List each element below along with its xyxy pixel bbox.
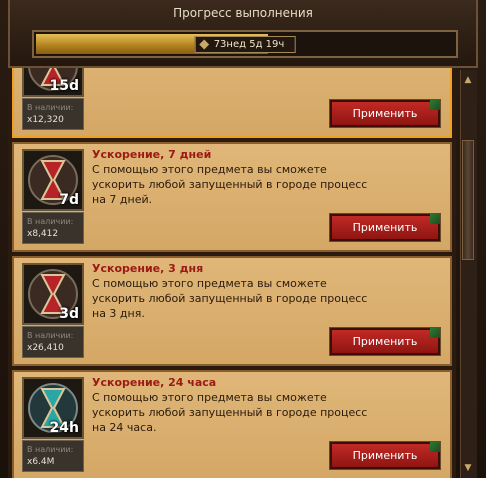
apply-button-label: Применить xyxy=(352,449,418,462)
stock-label: В наличии: xyxy=(27,331,74,340)
progress-bar: 73нед 5д 19ч xyxy=(32,30,458,58)
stock-count: x12,320 xyxy=(27,115,64,125)
stock-label: В наличии: xyxy=(27,103,74,112)
stock-count: x6.4M xyxy=(27,457,55,467)
scroll-down-icon[interactable]: ▼ xyxy=(462,462,474,474)
apply-button[interactable]: Применить xyxy=(330,442,440,469)
corner-gem-icon xyxy=(430,442,440,452)
hourglass-icon: 24h xyxy=(22,377,84,439)
item-title: Ускорение, 24 часа xyxy=(92,376,217,389)
speedup-item: 7d В наличии: x8,412 Ускорение, 7 дней С… xyxy=(12,142,452,252)
item-duration: 15d xyxy=(49,78,79,94)
scroll-up-icon[interactable]: ▲ xyxy=(462,74,474,86)
progress-time-remaining: 73нед 5д 19ч xyxy=(194,36,296,53)
scrollbar-track[interactable] xyxy=(460,70,477,478)
corner-gem-icon xyxy=(430,214,440,224)
speedup-item: 24h В наличии: x6.4M Ускорение, 24 часа … xyxy=(12,370,452,478)
apply-button-label: Применить xyxy=(352,335,418,348)
item-title: Ускорение, 7 дней xyxy=(92,148,212,161)
speedup-item: 3d В наличии: x26,410 Ускорение, 3 дня С… xyxy=(12,256,452,366)
apply-button[interactable]: Применить xyxy=(330,214,440,241)
apply-button[interactable]: Применить xyxy=(330,100,440,127)
hourglass-icon: 15d xyxy=(22,68,84,97)
item-description: С помощью этого предмета вы сможете уско… xyxy=(92,163,368,206)
stock-box: В наличии: x26,410 xyxy=(22,326,84,358)
item-description: С помощью этого предмета вы сможете уско… xyxy=(92,277,368,320)
stock-box: В наличии: x8,412 xyxy=(22,212,84,244)
apply-button-label: Применить xyxy=(352,221,418,234)
stock-count: x26,410 xyxy=(27,343,64,353)
speedup-item-list[interactable]: 15d В наличии: x12,320 Применить 7d В на… xyxy=(8,68,456,478)
progress-header: Прогресс выполнения 73нед 5д 19ч xyxy=(8,0,478,68)
scrollbar-thumb[interactable] xyxy=(462,140,474,260)
speedup-window: Прогресс выполнения 73нед 5д 19ч 15d В н… xyxy=(0,0,486,478)
corner-gem-icon xyxy=(430,100,440,110)
progress-title: Прогресс выполнения xyxy=(173,6,313,20)
stock-box: В наличии: x6.4M xyxy=(22,440,84,472)
speedup-item: 15d В наличии: x12,320 Применить xyxy=(12,68,452,138)
item-duration: 3d xyxy=(59,306,79,322)
item-duration: 7d xyxy=(59,192,79,208)
stock-box: В наличии: x12,320 xyxy=(22,98,84,130)
stock-label: В наличии: xyxy=(27,217,74,226)
item-duration: 24h xyxy=(49,420,79,436)
item-description: С помощью этого предмета вы сможете уско… xyxy=(92,391,368,434)
stock-label: В наличии: xyxy=(27,445,74,454)
item-title: Ускорение, 3 дня xyxy=(92,262,204,275)
hourglass-icon: 7d xyxy=(22,149,84,211)
stock-count: x8,412 xyxy=(27,229,59,239)
corner-gem-icon xyxy=(430,328,440,338)
apply-button[interactable]: Применить xyxy=(330,328,440,355)
hourglass-icon: 3d xyxy=(22,263,84,325)
apply-button-label: Применить xyxy=(352,107,418,120)
